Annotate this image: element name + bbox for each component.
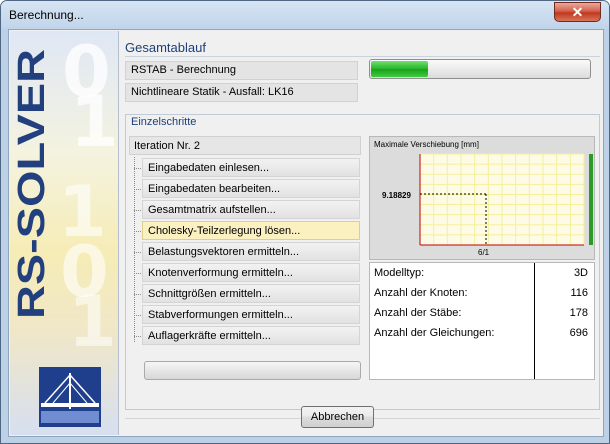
- banner-title-graphic: RS-SOLVER: [11, 49, 53, 319]
- info-row: Anzahl der Gleichungen: 696: [370, 323, 594, 343]
- step-item-member-deformation: Stabverformungen ermitteln...: [134, 305, 360, 324]
- close-icon: ✕: [571, 4, 584, 20]
- info-label: Anzahl der Knoten:: [374, 287, 468, 299]
- step-item-cholesky: Cholesky-Teilzerlegung lösen...: [134, 221, 360, 240]
- step-item-assemble-matrix: Gesamtmatrix aufstellen...: [134, 200, 360, 219]
- banner-title-text: RS-SOLVER: [11, 49, 53, 319]
- overall-progress-bar: [369, 59, 591, 79]
- tree-connector: [134, 210, 141, 211]
- step-label: Cholesky-Teilzerlegung lösen...: [148, 225, 301, 237]
- calculation-dialog: Berechnung... ✕ 0 1 1 0 1 RS-SOLVER Gesa…: [0, 0, 610, 444]
- step-label: Eingabedaten einlesen...: [148, 162, 270, 174]
- tree-connector: [134, 252, 141, 253]
- dialog-client-area: 0 1 1 0 1 RS-SOLVER Gesamtablauf RSTAB -…: [8, 29, 604, 437]
- info-label: Modelltyp:: [374, 267, 425, 279]
- chart-x-value-label: 6/1: [478, 248, 490, 257]
- step-item-load-vectors: Belastungsvektoren ermitteln...: [134, 242, 360, 261]
- info-value: 178: [569, 307, 588, 319]
- info-row: Anzahl der Stäbe: 178: [370, 303, 594, 323]
- step-item-internal-forces: Schnittgrößen ermitteln...: [134, 284, 360, 303]
- max-displacement-chart: Maximale Verschiebung [mm] 9.18829 6/1: [369, 136, 595, 260]
- info-value: 696: [569, 327, 588, 339]
- chart-y-value-label: 9.18829: [382, 191, 411, 200]
- info-row: Anzahl der Knoten: 116: [370, 283, 594, 303]
- info-value: 3D: [573, 267, 588, 279]
- step-item-node-deformation: Knotenverformung ermitteln...: [134, 263, 360, 282]
- tree-connector: [134, 231, 141, 232]
- window-title: Berechnung...: [9, 8, 84, 22]
- step-item-read-input: Eingabedaten einlesen...: [134, 158, 360, 177]
- overall-group-title: Gesamtablauf: [125, 40, 206, 55]
- step-item-process-input: Eingabedaten bearbeiten...: [134, 179, 360, 198]
- info-value: 116: [570, 287, 588, 299]
- step-label: Auflagerkräfte ermitteln...: [148, 330, 271, 342]
- banner-title: RS-SOLVER: [10, 41, 54, 331]
- tree-connector: [134, 294, 141, 295]
- steps-group-title: Einzelschritte: [131, 116, 197, 128]
- cancel-button[interactable]: Abbrechen: [301, 406, 374, 428]
- tree-connector: [134, 336, 141, 337]
- info-label: Anzahl der Gleichungen:: [374, 327, 495, 339]
- tree-connector: [134, 273, 141, 274]
- overall-status-line1: RSTAB - Berechnung: [125, 61, 358, 80]
- step-label: Eingabedaten bearbeiten...: [148, 183, 281, 195]
- step-label: Belastungsvektoren ermitteln...: [148, 246, 300, 258]
- chart-level-bar: [589, 154, 593, 245]
- model-info-table: Modelltyp: 3D Anzahl der Knoten: 116 Anz…: [369, 262, 595, 380]
- bridge-icon: [41, 373, 99, 423]
- info-row: Modelltyp: 3D: [370, 263, 594, 283]
- overall-status-line2: Nichtlineare Statik - Ausfall: LK16: [125, 83, 358, 102]
- progress-fill: [371, 61, 428, 77]
- step-label: Schnittgrößen ermitteln...: [148, 288, 271, 300]
- step-label: Knotenverformung ermitteln...: [148, 267, 293, 279]
- chart-plot: 9.18829 6/1: [382, 153, 593, 257]
- banner-digit-decoration: 1: [68, 281, 117, 363]
- info-label: Anzahl der Stäbe:: [374, 307, 462, 319]
- step-label: Gesamtmatrix aufstellen...: [148, 204, 276, 216]
- overall-group-divider: [125, 56, 600, 57]
- title-bar: Berechnung... ✕: [1, 1, 609, 29]
- tree-connector: [134, 168, 141, 169]
- step-progress-bar: [144, 361, 361, 380]
- tree-connector: [134, 315, 141, 316]
- banner-digit-decoration: 1: [70, 81, 119, 163]
- dlubal-logo: [39, 367, 101, 427]
- rs-solver-banner: 0 1 1 0 1 RS-SOLVER: [10, 31, 119, 435]
- step-label: Stabverformungen ermitteln...: [148, 309, 293, 321]
- step-item-support-forces: Auflagerkräfte ermitteln...: [134, 326, 360, 345]
- close-button[interactable]: ✕: [554, 2, 601, 22]
- iteration-label: Iteration Nr. 2: [129, 136, 361, 155]
- tree-connector: [134, 189, 141, 190]
